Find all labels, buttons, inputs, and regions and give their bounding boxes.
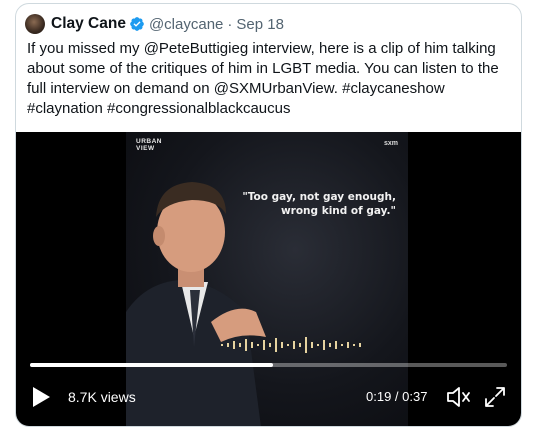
quote-line-2: wrong kind of gay." bbox=[280, 205, 396, 217]
audio-waveform bbox=[221, 337, 361, 353]
logo-bottom-text: VIEW bbox=[136, 145, 155, 152]
video-progress-bar[interactable] bbox=[30, 363, 507, 367]
fullscreen-icon[interactable] bbox=[483, 385, 507, 409]
video-player[interactable]: URBAN VIEW sxm "Too gay, not gay enough,… bbox=[16, 132, 521, 426]
tweet-date[interactable]: Sep 18 bbox=[236, 16, 284, 33]
sxm-logo: sxm bbox=[383, 140, 398, 147]
volume-muted-icon[interactable] bbox=[445, 385, 471, 409]
video-progress-fill bbox=[30, 363, 274, 367]
logo-top-text: URBAN bbox=[136, 138, 162, 145]
author-name[interactable]: Clay Cane bbox=[51, 15, 126, 33]
avatar[interactable] bbox=[25, 14, 45, 34]
urban-view-logo: URBAN VIEW bbox=[136, 138, 170, 158]
separator-dot: · bbox=[227, 15, 233, 33]
verified-badge-icon bbox=[130, 17, 144, 31]
tweet-card[interactable]: Clay Cane @claycane · Sep 18 If you miss… bbox=[15, 3, 522, 427]
quote-line-1: "Too gay, not gay enough, bbox=[242, 191, 396, 203]
view-count: 8.7K views bbox=[68, 389, 136, 405]
video-controls: 8.7K views 0:19 / 0:37 bbox=[16, 382, 521, 412]
tweet-header: Clay Cane @claycane · Sep 18 bbox=[25, 13, 284, 35]
quote-overlay: "Too gay, not gay enough, wrong kind of … bbox=[226, 190, 396, 218]
play-icon[interactable] bbox=[31, 386, 51, 408]
video-time: 0:19 / 0:37 bbox=[366, 389, 428, 404]
author-handle[interactable]: @claycane bbox=[149, 16, 223, 33]
tweet-text: If you missed my @PeteButtigieg intervie… bbox=[27, 40, 499, 117]
